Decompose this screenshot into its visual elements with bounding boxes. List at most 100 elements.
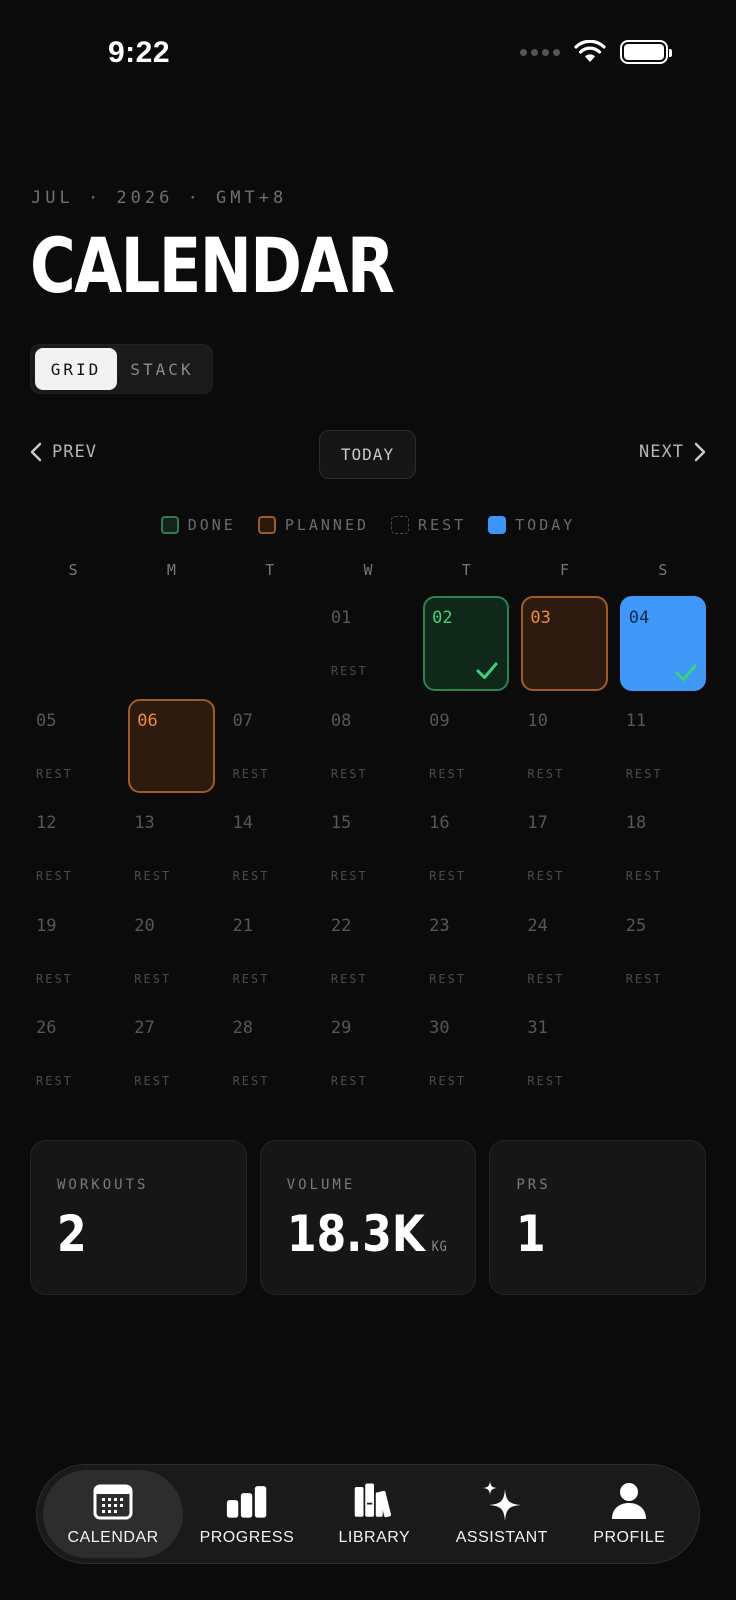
weekday-header: S M T W T F S: [24, 561, 712, 579]
day-cell[interactable]: 21 REST: [227, 904, 313, 999]
day-number: 19: [36, 915, 57, 936]
day-cell[interactable]: 29 REST: [325, 1006, 411, 1101]
rest-tag: REST: [330, 869, 368, 883]
next-month-button[interactable]: NEXT: [639, 442, 706, 462]
weekday-label: T: [461, 561, 471, 579]
volume-label: VOLUME: [286, 1177, 356, 1193]
legend-rest: REST: [391, 516, 466, 534]
tab-calendar[interactable]: CALENDAR: [43, 1470, 184, 1558]
weekday-label: W: [363, 561, 373, 579]
books-icon: [353, 1481, 395, 1521]
today-button[interactable]: TODAY: [319, 430, 416, 479]
day-cell[interactable]: 04: [619, 596, 706, 691]
day-cell[interactable]: 23 REST: [423, 904, 509, 999]
day-cell[interactable]: 20 REST: [128, 904, 214, 999]
day-number: 07: [232, 710, 254, 731]
day-number: 12: [36, 813, 57, 833]
day-cell[interactable]: 05 REST: [30, 699, 116, 794]
day-cell[interactable]: 13 REST: [128, 801, 214, 896]
wifi-icon: [574, 40, 606, 62]
day-cell[interactable]: 08 REST: [325, 699, 411, 794]
tab-label: CALENDAR: [67, 1529, 159, 1546]
day-cell[interactable]: 15 REST: [325, 801, 411, 896]
rest-tag: REST: [429, 1074, 467, 1088]
done-swatch: [160, 516, 179, 534]
rest-tag: REST: [330, 1074, 368, 1088]
tab-label: LIBRARY: [338, 1529, 411, 1546]
calendar-grid: 01 REST 02 03 04 05 REST 06 07 REST 08 REST 09 REST 10…: [24, 592, 712, 1105]
page-title: CALENDAR: [30, 221, 395, 310]
day-cell[interactable]: 30 REST: [423, 1006, 509, 1101]
rest-tag: REST: [232, 971, 270, 986]
day-cell[interactable]: 06: [128, 698, 215, 793]
day-number: 18: [625, 813, 647, 833]
volume-unit: KG: [431, 1239, 448, 1255]
day-number: 25: [625, 915, 647, 936]
day-cell[interactable]: 02: [423, 596, 510, 691]
rest-tag: REST: [625, 869, 663, 883]
day-cell[interactable]: 26 REST: [30, 1006, 116, 1101]
day-cell[interactable]: 16 REST: [423, 801, 509, 896]
stack-view-button[interactable]: STACK: [117, 348, 207, 390]
prev-month-button[interactable]: PREV: [30, 442, 97, 462]
day-cell[interactable]: 12 REST: [30, 801, 116, 896]
day-number: 10: [527, 710, 548, 731]
status-time: 9:22: [108, 36, 171, 69]
stats-row: WORKOUTS 2 VOLUME 18.3K KG PRS 1: [30, 1140, 707, 1295]
tab-label: PROFILE: [593, 1529, 666, 1546]
day-cell[interactable]: 09 REST: [423, 699, 509, 794]
day-cell[interactable]: 28 REST: [227, 1006, 313, 1101]
workouts-value: 2: [57, 1205, 87, 1263]
legend-planned: PLANNED: [257, 516, 369, 534]
grid-view-button[interactable]: GRID: [35, 348, 117, 390]
day-number: 17: [527, 813, 548, 833]
day-number: 13: [134, 813, 155, 833]
day-cell[interactable]: 03: [521, 596, 608, 691]
day-cell[interactable]: 24 REST: [521, 904, 607, 999]
tab-library[interactable]: LIBRARY: [311, 1470, 438, 1558]
day-cell[interactable]: 19 REST: [30, 904, 116, 999]
day-cell[interactable]: 27 REST: [128, 1006, 214, 1101]
bottom-tab-bar: CALENDAR PROGRESS LIBRARY ASSISTANT PROF…: [36, 1464, 700, 1564]
view-toggle: GRID STACK: [30, 344, 213, 394]
day-cell[interactable]: 07 REST: [227, 699, 313, 794]
rest-tag: REST: [134, 869, 172, 883]
empty-cell: [122, 592, 220, 695]
weekday-label: S: [658, 561, 668, 579]
tab-profile[interactable]: PROFILE: [566, 1470, 693, 1558]
battery-icon: [620, 40, 672, 64]
tab-assistant[interactable]: ASSISTANT: [438, 1470, 565, 1558]
empty-cell: [24, 592, 122, 695]
rest-tag: REST: [625, 766, 663, 781]
rest-tag: REST: [134, 971, 172, 986]
day-cell[interactable]: 14 REST: [227, 801, 313, 896]
rest-tag: REST: [330, 766, 368, 781]
rest-tag: REST: [232, 1074, 270, 1088]
weekday-label: M: [166, 561, 176, 579]
rest-tag: REST: [330, 971, 368, 986]
day-cell[interactable]: 10 REST: [521, 699, 607, 794]
tab-progress[interactable]: PROGRESS: [183, 1470, 310, 1558]
calendar-legend: DONE PLANNED REST TODAY: [0, 516, 736, 534]
prs-label: PRS: [516, 1177, 551, 1193]
day-cell[interactable]: 17 REST: [521, 801, 607, 896]
rest-tag: REST: [625, 971, 663, 986]
rest-tag: REST: [429, 766, 467, 781]
day-cell[interactable]: 25 REST: [620, 904, 706, 999]
day-number: 30: [429, 1018, 450, 1038]
day-cell[interactable]: 22 REST: [325, 904, 411, 999]
day-number: 20: [134, 915, 155, 936]
day-number: 23: [429, 915, 450, 936]
day-cell[interactable]: 31 REST: [521, 1006, 607, 1101]
rest-tag: REST: [527, 869, 565, 883]
day-cell[interactable]: 11 REST: [620, 699, 706, 794]
workouts-stat-card: WORKOUTS 2: [30, 1140, 247, 1295]
status-indicators: [520, 40, 672, 64]
empty-cell: [221, 592, 319, 695]
day-number: 08: [330, 710, 352, 731]
day-number: 02: [432, 608, 453, 628]
day-number: 03: [530, 608, 551, 628]
day-cell[interactable]: 18 REST: [620, 801, 706, 896]
day-cell[interactable]: 01 REST: [325, 596, 411, 691]
cellular-signal-icon: [520, 48, 560, 56]
